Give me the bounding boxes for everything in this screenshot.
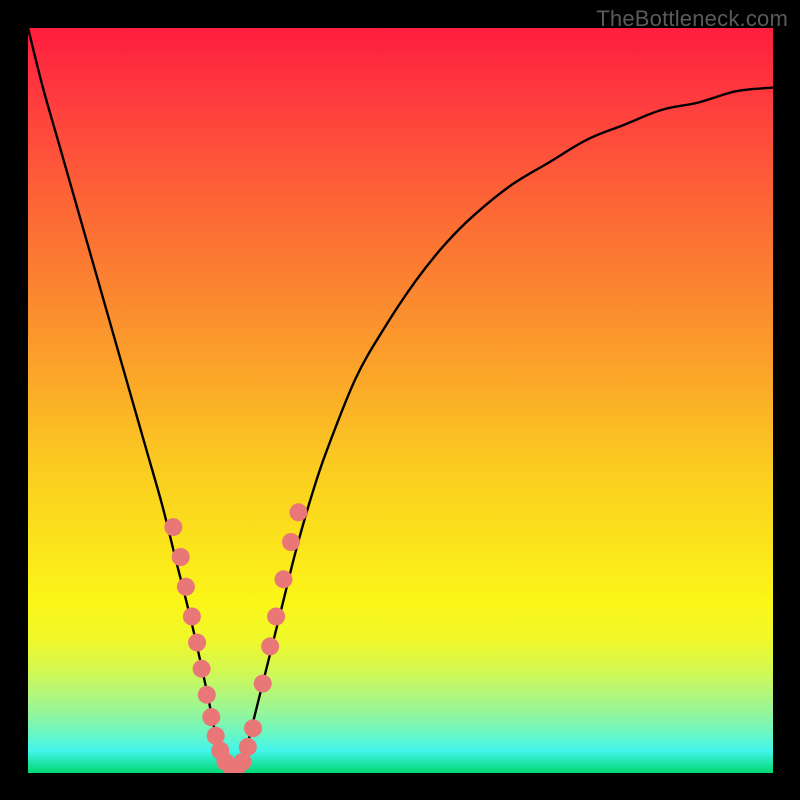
marker-point <box>267 608 285 626</box>
marker-point <box>282 533 300 551</box>
marker-point <box>239 738 257 756</box>
chart-frame: TheBottleneck.com <box>0 0 800 800</box>
watermark-text: TheBottleneck.com <box>596 6 788 32</box>
marker-point <box>254 675 272 693</box>
marker-point <box>261 637 279 655</box>
marker-point <box>183 608 201 626</box>
marker-point <box>289 503 307 521</box>
marker-point <box>188 634 206 652</box>
chart-svg <box>28 28 773 773</box>
sample-markers <box>164 503 307 773</box>
marker-point <box>244 719 262 737</box>
marker-point <box>164 518 182 536</box>
marker-point <box>193 660 211 678</box>
bottleneck-curve <box>28 28 773 773</box>
marker-point <box>202 708 220 726</box>
marker-point <box>177 578 195 596</box>
marker-point <box>172 548 190 566</box>
plot-area <box>28 28 773 773</box>
marker-point <box>198 686 216 704</box>
marker-point <box>275 570 293 588</box>
